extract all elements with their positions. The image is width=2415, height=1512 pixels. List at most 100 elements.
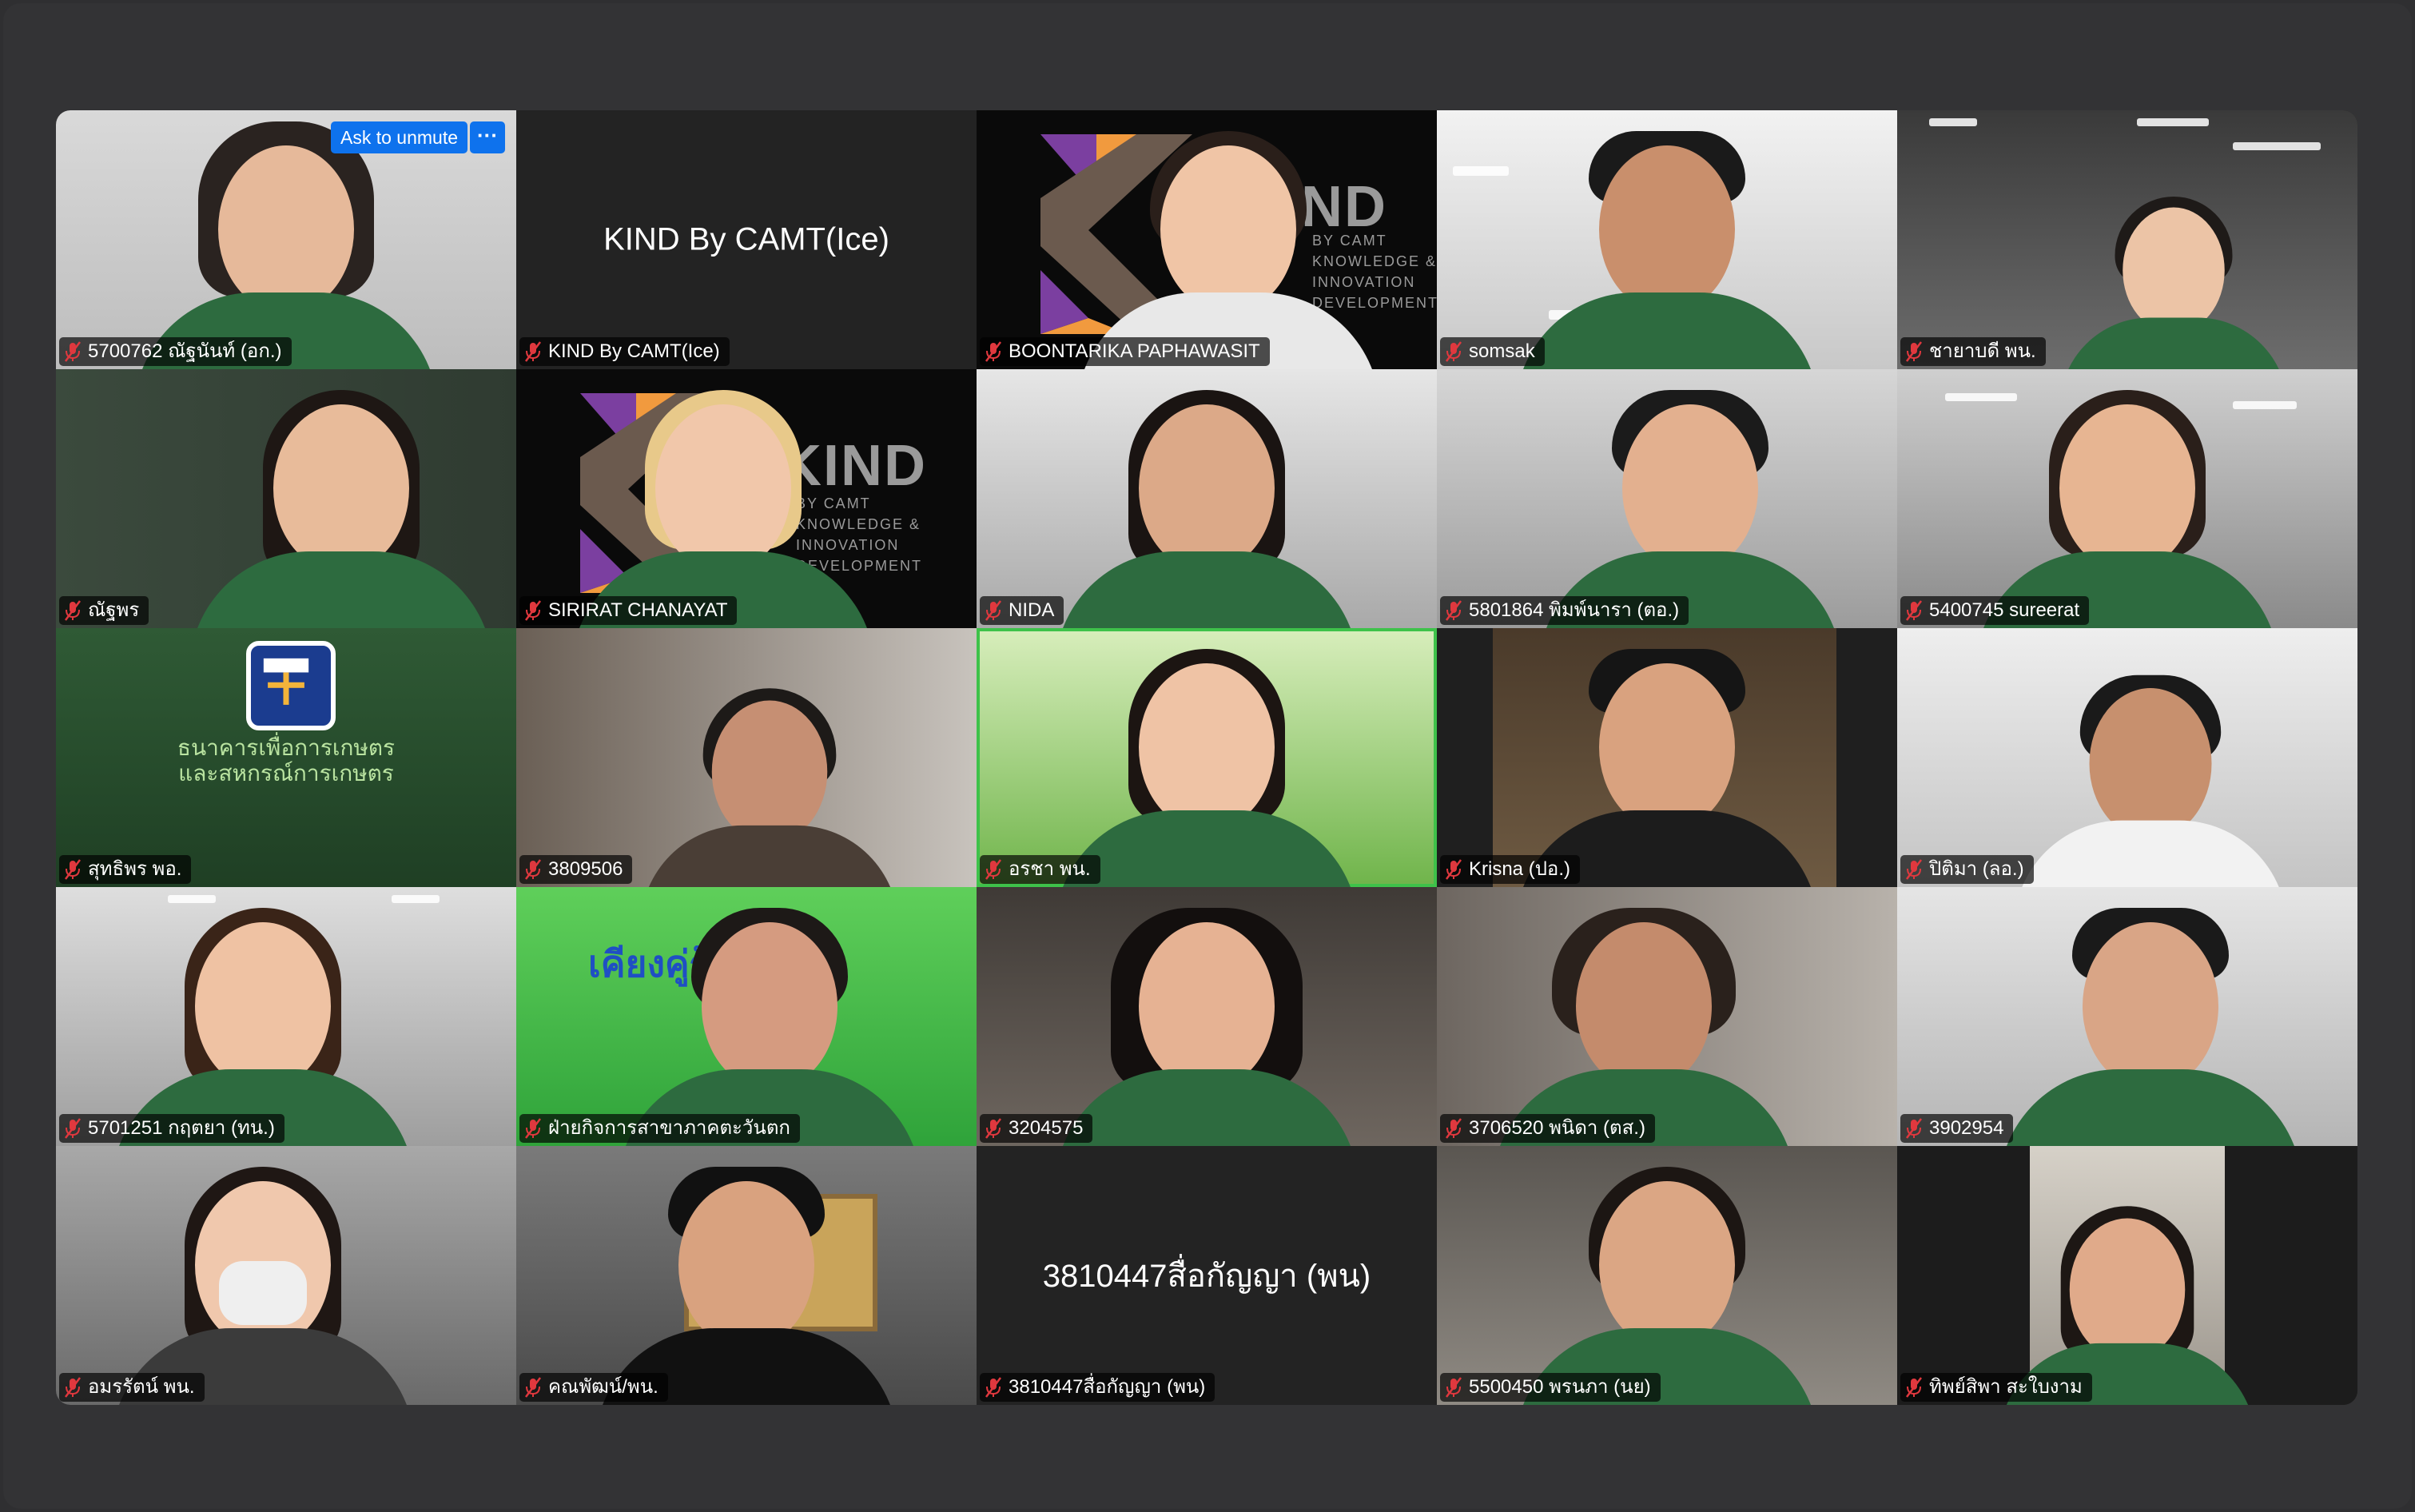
participant-name: NIDA bbox=[1009, 599, 1055, 621]
participant-name-tag: 5400745 sureerat bbox=[1900, 596, 2090, 625]
participant-tile-active-speaker[interactable]: อรชา พน. bbox=[977, 628, 1437, 887]
participant-video bbox=[1492, 898, 1796, 1146]
participant-tile[interactable]: ธนาคารเพื่อการเกษตร และสหกรณ์การเกษตร สุ… bbox=[56, 628, 516, 887]
participant-tile[interactable]: 3706520 พนิดา (ตส.) bbox=[1437, 887, 1897, 1146]
participant-name-tag: ทิพย์สิพา สะใบงาม bbox=[1900, 1373, 2092, 1402]
participant-name-tag: somsak bbox=[1440, 337, 1545, 366]
participant-name-tag: ณัฐพร bbox=[59, 596, 149, 625]
participant-name: 5400745 sureerat bbox=[1929, 599, 2080, 621]
participant-name-tag: 5500450 พรนภา (นย) bbox=[1440, 1373, 1661, 1402]
participant-name-tag: 3810447สื่อกัญญา (พน) bbox=[980, 1373, 1215, 1402]
participant-video bbox=[617, 898, 921, 1146]
ask-to-unmute-button[interactable]: Ask to unmute bbox=[331, 121, 468, 153]
participant-video bbox=[1998, 898, 2302, 1146]
participant-tile[interactable]: somsak bbox=[1437, 110, 1897, 369]
muted-mic-icon bbox=[1905, 599, 1923, 622]
muted-mic-icon bbox=[524, 1117, 542, 1140]
participant-tile[interactable]: คณพัฒน์/พน. bbox=[516, 1146, 977, 1405]
muted-mic-icon bbox=[64, 858, 82, 881]
participant-tile[interactable]: 3204575 bbox=[977, 887, 1437, 1146]
participant-name: 5500450 พรนภา (นย) bbox=[1469, 1376, 1651, 1398]
participant-video bbox=[1515, 639, 1819, 887]
muted-mic-icon bbox=[524, 858, 542, 881]
bank-name-text: ธนาคารเพื่อการเกษตร และสหกรณ์การเกษตร bbox=[177, 735, 396, 786]
participant-name: somsak bbox=[1469, 340, 1535, 362]
participant-name: 5801864 พิมพ์นารา (ตอ.) bbox=[1469, 599, 1680, 621]
muted-mic-icon bbox=[985, 599, 1002, 622]
participant-name-tag: 5801864 พิมพ์นารา (ตอ.) bbox=[1440, 596, 1689, 625]
participant-name: ทิพย์สิพา สะใบงาม bbox=[1929, 1376, 2083, 1398]
participant-tile[interactable]: 5701251 กฤตยา (ทน.) bbox=[56, 887, 516, 1146]
participant-tile[interactable]: ณัฐพร bbox=[56, 369, 516, 628]
muted-mic-icon bbox=[985, 858, 1002, 881]
participant-name-tag: Krisna (ปอ.) bbox=[1440, 855, 1580, 884]
participant-tile[interactable]: เคียงคู่รู้...ชาชน ฝ่ายกิจการสาขาภาคตะวั… bbox=[516, 887, 977, 1146]
participant-name-tag: 3902954 bbox=[1900, 1114, 2014, 1143]
muted-mic-icon bbox=[1905, 1117, 1923, 1140]
participant-display-name: 3810447สื่อกัญญา (พน) bbox=[1042, 1259, 1371, 1294]
muted-mic-icon bbox=[524, 1376, 542, 1399]
participant-tile[interactable]: KIND By CAMT(Ice) KIND By CAMT(Ice) bbox=[516, 110, 977, 369]
participant-tile[interactable]: 3902954 bbox=[1897, 887, 2357, 1146]
participant-video bbox=[595, 1157, 898, 1405]
participant-name: คณพัฒน์/พน. bbox=[548, 1376, 658, 1398]
more-options-button[interactable]: ··· bbox=[470, 121, 505, 153]
participant-name: ชายาบดี พน. bbox=[1929, 340, 2036, 362]
participant-name-tag: SIRIRAT CHANAYAT bbox=[519, 596, 738, 625]
muted-mic-icon bbox=[1905, 340, 1923, 363]
participant-video bbox=[640, 680, 899, 887]
participant-name-tag: 5700762 ณัฐนันท์ (อก.) bbox=[59, 337, 292, 366]
participant-tile[interactable]: NIDA bbox=[977, 369, 1437, 628]
participant-tile[interactable]: 3810447สื่อกัญญา (พน) 3810447สื่อกัญญา (… bbox=[977, 1146, 1437, 1405]
muted-mic-icon bbox=[1445, 340, 1462, 363]
participant-tile[interactable]: 5400745 sureerat bbox=[1897, 369, 2357, 628]
participant-tile[interactable]: 5801864 พิมพ์นารา (ตอ.) bbox=[1437, 369, 1897, 628]
participant-name-tag: 3204575 bbox=[980, 1114, 1093, 1143]
muted-mic-icon bbox=[1445, 599, 1462, 622]
participant-tile[interactable]: 5500450 พรนภา (นย) bbox=[1437, 1146, 1897, 1405]
participant-name-tag: BOONTARIKA PAPHAWASIT bbox=[980, 337, 1270, 366]
participant-name: 5700762 ณัฐนันท์ (อก.) bbox=[88, 340, 282, 362]
muted-mic-icon bbox=[1905, 858, 1923, 881]
muted-mic-icon bbox=[524, 599, 542, 622]
participant-tile[interactable]: ชายาบดี พน. bbox=[1897, 110, 2357, 369]
participant-video bbox=[571, 380, 876, 628]
participant-tile[interactable]: อมรรัตน์ พน. bbox=[56, 1146, 516, 1405]
participant-video bbox=[1538, 380, 1842, 628]
muted-mic-icon bbox=[64, 1376, 82, 1399]
muted-mic-icon bbox=[524, 340, 542, 363]
participant-name: 3706520 พนิดา (ตส.) bbox=[1469, 1117, 1645, 1139]
participant-video bbox=[134, 121, 438, 369]
kind-logo-subtext: BY CAMT KNOWLEDGE & INNOVATION DEVELOPME… bbox=[1312, 233, 1437, 311]
participant-tile[interactable]: ทิพย์สิพา สะใบงาม bbox=[1897, 1146, 2357, 1405]
participant-tile[interactable]: Ask to unmute ··· 5700762 ณัฐนันท์ (อก.) bbox=[56, 110, 516, 369]
participant-tile[interactable]: ปิติมา (ลอ.) bbox=[1897, 628, 2357, 887]
muted-mic-icon bbox=[64, 340, 82, 363]
participant-name-tag: 5701251 กฤตยา (ทน.) bbox=[59, 1114, 284, 1143]
participant-name-tag: ฝ่ายกิจการสาขาภาคตะวันตก bbox=[519, 1114, 800, 1143]
participant-video bbox=[1055, 898, 1359, 1146]
participant-name: ปิติมา (ลอ.) bbox=[1929, 858, 2024, 880]
participant-video bbox=[1055, 380, 1359, 628]
participant-tile[interactable]: KIND BY CAMT KNOWLEDGE & INNOVATION DEVE… bbox=[977, 110, 1437, 369]
muted-mic-icon bbox=[985, 340, 1002, 363]
participant-name-tag: 3809506 bbox=[519, 855, 633, 884]
participant-video bbox=[2013, 666, 2287, 887]
participant-video bbox=[1515, 1157, 1819, 1405]
muted-mic-icon bbox=[1445, 1376, 1462, 1399]
participant-name: สุทธิพร พอ. bbox=[88, 858, 182, 880]
participant-name: Krisna (ปอ.) bbox=[1469, 858, 1570, 880]
participant-video bbox=[1515, 121, 1819, 369]
participant-tile[interactable]: KIND BY CAMT KNOWLEDGE & INNOVATION DEVE… bbox=[516, 369, 977, 628]
participant-tile[interactable]: 3809506 bbox=[516, 628, 977, 887]
participant-name: ฝ่ายกิจการสาขาภาคตะวันตก bbox=[548, 1117, 790, 1139]
participant-name: อรชา พน. bbox=[1009, 858, 1091, 880]
participant-video bbox=[1055, 639, 1359, 887]
muted-mic-icon bbox=[985, 1117, 1002, 1140]
participant-name-tag: 3706520 พนิดา (ตส.) bbox=[1440, 1114, 1655, 1143]
face-mask bbox=[219, 1261, 308, 1325]
participant-name: KIND By CAMT(Ice) bbox=[548, 340, 720, 362]
participant-tile[interactable]: Krisna (ปอ.) bbox=[1437, 628, 1897, 887]
participant-name-tag: สุทธิพร พอ. bbox=[59, 855, 192, 884]
kind-logo-subtext: BY CAMT KNOWLEDGE & INNOVATION DEVELOPME… bbox=[796, 495, 923, 574]
